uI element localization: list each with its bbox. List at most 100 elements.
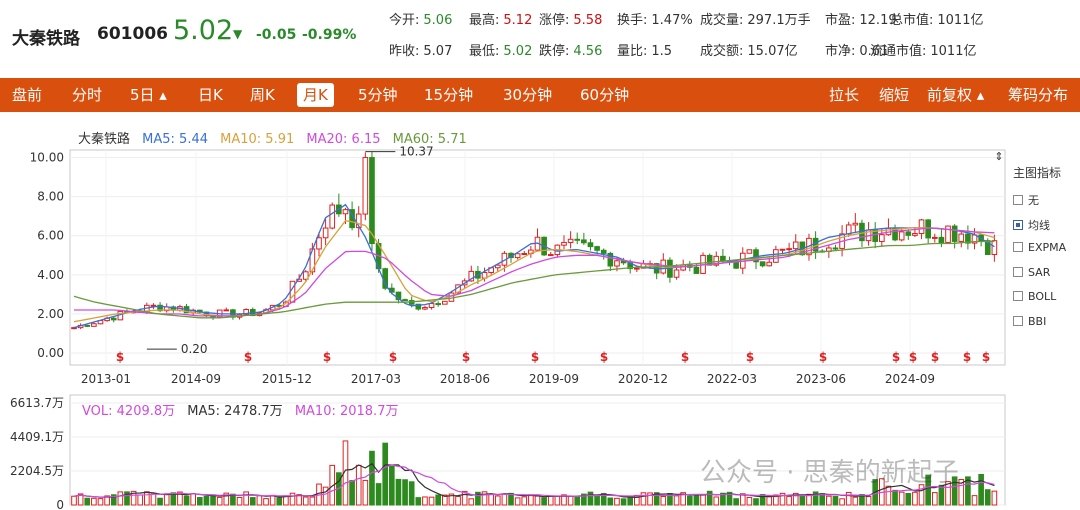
candle-up — [918, 219, 925, 235]
volume-bar — [84, 497, 91, 506]
high-annotation: 10.37 — [399, 145, 433, 159]
volume-bar — [309, 496, 316, 506]
quote-label: 今开: — [389, 13, 420, 28]
indicator-option[interactable]: 均线 — [1013, 217, 1050, 233]
candle-up — [958, 233, 965, 242]
candle-up — [441, 300, 448, 305]
chart-toolbar: 盘前 分时 5日 ▴ 日K 周K 月K 5分钟 15分钟 30分钟 60分钟 拉长 缩短 前复权 ▴ 筹码… — [0, 78, 1080, 112]
dividend-marker-icon: $ — [323, 350, 331, 364]
indicator-option-label: SAR — [1028, 265, 1051, 279]
price-tick-label: 10.00 — [30, 151, 64, 165]
volume-bar — [686, 495, 693, 506]
toolbar-item[interactable]: 盘前 — [12, 78, 42, 112]
volume-tick-label: 6613.7万 — [10, 396, 64, 410]
price-tick-label: 2.00 — [37, 307, 64, 321]
legend-vol: VOL: 4209.8万 — [82, 404, 176, 419]
price-change-percent: -0.99% — [302, 27, 357, 43]
toolbar-item[interactable]: 月K — [297, 83, 334, 107]
volume-bar — [753, 498, 759, 506]
stock-name: 大秦铁路 — [12, 29, 80, 49]
volume-bar — [826, 495, 832, 506]
checkbox-checked-icon[interactable] — [1013, 219, 1023, 230]
toolbar-item[interactable]: 60分钟 — [580, 78, 629, 112]
candle-down — [574, 238, 581, 241]
quote-value: 297.1万手 — [747, 13, 811, 28]
price-tick-label: 0.00 — [37, 346, 64, 360]
indicator-option-label: BBI — [1028, 314, 1047, 328]
volume-bar — [521, 496, 528, 506]
quote-item: 总市值: 1011亿 — [890, 9, 983, 28]
checkbox-icon[interactable] — [1013, 291, 1023, 301]
candlestick-chart[interactable]: 10.00 8.00 6.00 4.00 2.00 0.00 2013-01 2014-09 2… — [0, 112, 1080, 510]
volume-bar — [567, 495, 574, 506]
volume-bar — [276, 497, 283, 506]
candle-up — [91, 323, 97, 327]
candle-down — [693, 266, 700, 274]
indicator-option[interactable]: BOLL — [1013, 290, 1056, 303]
toolbar-item[interactable]: 30分钟 — [503, 78, 552, 112]
quote-label: 市净: — [825, 44, 856, 59]
date-tick-label: 2017-03 — [351, 372, 401, 386]
checkbox-icon[interactable] — [1013, 242, 1023, 252]
collapse-icon[interactable]: ⇕ — [994, 150, 1003, 163]
volume-bar — [898, 491, 905, 506]
volume-bar — [984, 489, 991, 506]
quote-item: 成交额: 15.07亿 — [700, 40, 798, 59]
dividend-marker-icon: $ — [116, 350, 124, 364]
toolbar-item[interactable]: 15分钟 — [424, 78, 473, 112]
quote-value: 4.56 — [573, 44, 603, 59]
dividend-marker-icon: $ — [389, 350, 397, 364]
checkbox-icon[interactable] — [1013, 195, 1023, 205]
candle-up — [567, 238, 574, 243]
quote-label: 成交量: — [700, 13, 744, 28]
price-tick-label: 4.00 — [37, 268, 64, 282]
checkbox-icon[interactable] — [1013, 266, 1023, 277]
volume-tick-label: 4409.1万 — [10, 430, 64, 444]
volume-bar — [912, 491, 918, 506]
toolbar-item[interactable]: 周K — [250, 78, 275, 112]
volume-bar — [693, 494, 700, 506]
quote-value: 15.07亿 — [747, 44, 798, 59]
toolbar-item[interactable]: 5日 ▴ — [130, 78, 167, 112]
toolbar-item[interactable]: 拉长 — [829, 78, 859, 112]
candle-up — [673, 269, 680, 278]
date-tick-label: 2013-01 — [81, 372, 131, 386]
indicator-option[interactable]: EXPMA — [1013, 241, 1066, 254]
volume-bar — [620, 498, 627, 506]
candle-down — [905, 231, 912, 236]
stock-code: 601006 — [97, 24, 168, 44]
volume-bar — [236, 496, 243, 506]
toolbar-item[interactable]: 筹码分布 — [1008, 78, 1068, 112]
toolbar-item[interactable]: 5分钟 — [358, 78, 398, 112]
candle-up — [898, 231, 905, 241]
indicator-option[interactable]: SAR — [1013, 266, 1050, 279]
toolbar-item[interactable]: 日K — [198, 78, 223, 112]
volume-bar — [971, 495, 978, 506]
volume-tick-label: 2204.5万 — [10, 464, 64, 478]
volume-bar — [428, 496, 435, 506]
quote-label: 最低: — [469, 44, 500, 59]
volume-bar — [369, 450, 375, 506]
quote-item: 昨收: 5.07 — [389, 40, 452, 59]
toolbar-item[interactable]: 缩短 — [879, 78, 909, 112]
candle-down — [84, 324, 91, 327]
quote-value: 1.47% — [651, 13, 693, 28]
dividend-marker-icon: $ — [982, 350, 990, 364]
indicator-option[interactable]: 无 — [1013, 192, 1039, 208]
toolbar-item[interactable]: 前复权 ▴ — [927, 78, 984, 112]
volume-bar — [700, 494, 706, 506]
candle-up — [521, 253, 528, 256]
volume-bar — [422, 496, 428, 506]
volume-bar — [931, 492, 938, 506]
volume-bar — [355, 464, 362, 506]
candle-down — [435, 303, 441, 306]
toolbar-item[interactable]: 分时 — [72, 78, 102, 112]
candle-up — [561, 241, 567, 246]
candle-up — [779, 248, 786, 251]
volume-bar — [494, 495, 501, 506]
legend-vol-ma10: MA10: 2018.7万 — [294, 404, 399, 419]
indicator-option[interactable]: BBI — [1013, 315, 1046, 328]
volume-bar — [845, 491, 852, 506]
checkbox-icon[interactable] — [1013, 315, 1023, 326]
indicator-option-label: BOLL — [1028, 290, 1057, 303]
